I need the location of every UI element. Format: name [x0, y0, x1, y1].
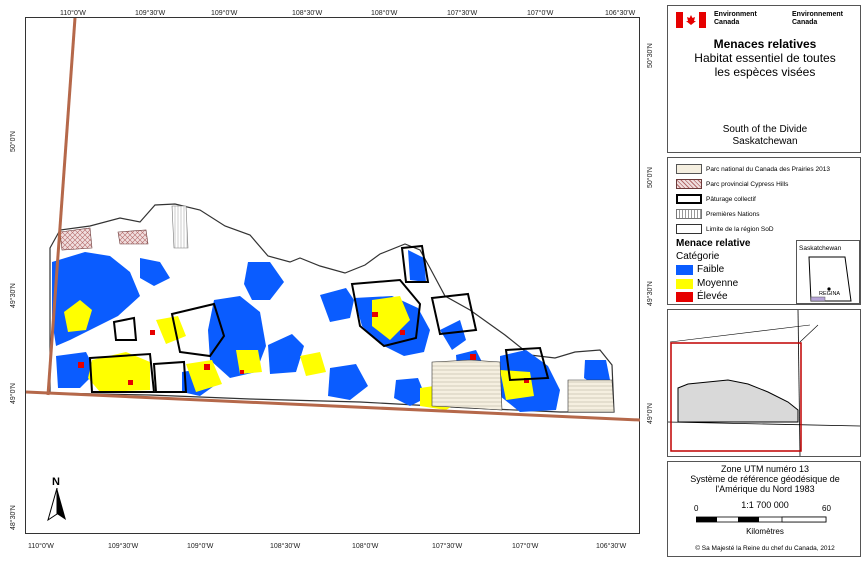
- legend-item: Premières Nations: [676, 208, 759, 220]
- high-swatch: [676, 291, 693, 302]
- legend-item-label: Pâturage collectif: [706, 195, 756, 203]
- medium-swatch: [676, 278, 693, 289]
- legend-heading: Menace relative: [676, 238, 751, 249]
- sod-boundary-swatch: [676, 224, 702, 234]
- national-park-swatch: [676, 164, 702, 174]
- map-title: Menaces relatives: [713, 37, 817, 51]
- locator-panel: [667, 309, 861, 457]
- legend-panel: Parc national du Canada des Prairies 201…: [667, 157, 861, 305]
- first-nations-area: [171, 205, 189, 249]
- national-park-area-east: [567, 379, 615, 413]
- info-panel: Zone UTM numéro 13 Système de référence …: [667, 461, 861, 557]
- locator-map: [668, 310, 860, 456]
- legend-category-heading: Catégorie: [676, 251, 720, 262]
- north-arrow: N: [46, 476, 68, 522]
- legend-category-label: Élevée: [697, 291, 728, 302]
- copyright: © Sa Majesté la Reine du chef du Canada,…: [695, 545, 835, 552]
- legend-category-medium: Moyenne: [676, 278, 738, 289]
- canada-flag-icon: [676, 12, 706, 28]
- legend-item-label: Parc national du Canada des Prairies 201…: [706, 165, 830, 173]
- scale-bar: [696, 516, 827, 523]
- projection-line1: Zone UTM numéro 13: [720, 464, 810, 474]
- legend-category-low: Faible: [676, 264, 724, 275]
- provincial-park-area: [59, 227, 93, 251]
- projection-line2: Système de référence géodésique de: [690, 474, 840, 484]
- provincial-park-area-2: [117, 229, 149, 245]
- legend-item: Parc provincial Cypress Hills: [676, 178, 788, 190]
- map-subtitle-line1: Habitat essentiel de toutes: [694, 51, 836, 65]
- legend-item: Pâturage collectif: [676, 193, 756, 205]
- community-pasture-swatch: [676, 194, 702, 204]
- region-name-line2: Saskatchewan: [732, 136, 798, 147]
- scale-ratio: 1:1 700 000: [741, 500, 789, 510]
- national-park-area: [431, 359, 503, 411]
- inset-city-label: REGINA: [819, 291, 841, 297]
- north-arrow-icon: [47, 488, 66, 522]
- first-nations-swatch: [676, 209, 702, 219]
- legend-item-label: Parc provincial Cypress Hills: [706, 180, 789, 188]
- legend-item-label: Limite de la région SoD: [706, 225, 774, 233]
- legend-category-label: Moyenne: [697, 278, 739, 289]
- title-panel: Environment Canada Environnement Canada …: [667, 5, 861, 153]
- map-subtitle-line2: les espèces visées: [714, 65, 816, 79]
- inset-saskatchewan: Saskatchewan REGINA: [796, 240, 860, 304]
- region-name-line1: South of the Divide: [722, 124, 808, 135]
- agency-name-en: Environment Canada: [714, 11, 757, 26]
- low-swatch: [676, 264, 693, 275]
- legend-item-label: Premières Nations: [706, 210, 760, 218]
- legend-category-label: Faible: [697, 264, 725, 275]
- legend-category-high: Élevée: [676, 291, 728, 302]
- agency-name-fr: Environnement Canada: [792, 11, 843, 26]
- projection-line3: l'Amérique du Nord 1983: [715, 484, 815, 494]
- legend-item: Parc national du Canada des Prairies 201…: [676, 163, 830, 175]
- legend-item: Limite de la région SoD: [676, 223, 774, 235]
- provincial-park-swatch: [676, 179, 702, 189]
- north-label: N: [52, 476, 60, 488]
- scale-unit: Kilomètres: [746, 527, 784, 536]
